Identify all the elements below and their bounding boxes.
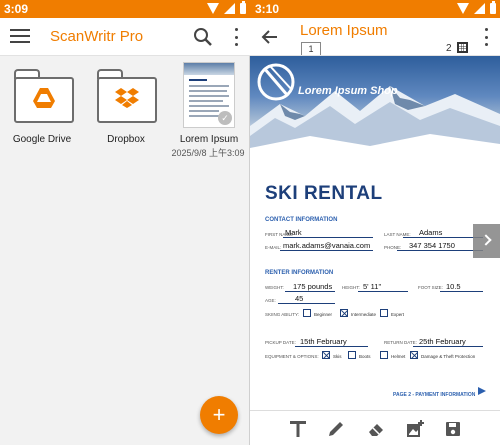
option-intermediate: Intermediate bbox=[351, 312, 377, 317]
age-label: AGE: bbox=[265, 298, 276, 303]
height-value: 5' 11" bbox=[363, 282, 382, 291]
height-label: HEIGHT: bbox=[342, 285, 360, 290]
tile-date-lorem-ipsum: 2025/9/8 上午3:09 bbox=[171, 148, 245, 158]
phone-value: 347 354 1750 bbox=[409, 241, 455, 250]
overflow-menu-icon[interactable] bbox=[483, 28, 489, 46]
contact-section-title: CONTACT INFORMATION bbox=[265, 217, 338, 223]
battery-icon bbox=[490, 1, 496, 14]
next-page-chevron-icon[interactable] bbox=[473, 224, 500, 258]
pencil-icon[interactable] bbox=[326, 419, 346, 439]
return-date-value: 25th February bbox=[419, 337, 466, 346]
add-image-icon[interactable] bbox=[405, 419, 425, 439]
status-time: 3:10 bbox=[255, 2, 280, 16]
checkbox-skis[interactable] bbox=[322, 351, 330, 359]
foot-size-label: FOOT SIZE: bbox=[418, 285, 443, 290]
next-page-arrow-icon bbox=[478, 387, 486, 395]
mountain-banner-image: Lorem Ipsum Shop bbox=[250, 56, 500, 170]
viewer-app-bar: Lorem Ipsum 1 2 bbox=[250, 18, 500, 56]
age-underline bbox=[278, 303, 335, 304]
cell-signal-icon bbox=[474, 3, 485, 14]
document-title: Lorem Ipsum bbox=[300, 22, 388, 39]
document-thumbnail[interactable]: ✓ bbox=[183, 62, 235, 128]
first-name-underline bbox=[283, 237, 373, 238]
weight-underline bbox=[285, 291, 335, 292]
back-arrow-icon[interactable] bbox=[261, 28, 279, 46]
search-icon[interactable] bbox=[193, 27, 213, 47]
battery-icon bbox=[240, 1, 246, 14]
pickup-date-underline bbox=[295, 346, 368, 347]
status-icons bbox=[457, 1, 496, 14]
app-root: 3:09 ScanWritr Pro Google Drive Dropbox … bbox=[0, 0, 500, 445]
checkbox-beginner[interactable] bbox=[303, 309, 311, 317]
option-beginner: Beginner bbox=[314, 312, 333, 317]
next-page-info: PAGE 2 - PAYMENT INFORMATION bbox=[393, 392, 476, 398]
email-value: mark.adams@vanaia.com bbox=[283, 241, 371, 250]
foot-size-value: 10.5 bbox=[446, 282, 461, 291]
cell-signal-icon bbox=[224, 3, 235, 14]
checkbox-damage-protection[interactable] bbox=[410, 351, 418, 359]
document-viewer-pane: 3:10 Lorem Ipsum 1 2 Lorem Ipsum Shop SK… bbox=[250, 0, 500, 445]
hamburger-menu-icon[interactable] bbox=[10, 29, 30, 45]
wifi-icon bbox=[457, 3, 469, 14]
tile-label-dropbox: Dropbox bbox=[107, 134, 145, 145]
foot-size-underline bbox=[440, 291, 483, 292]
document-page: Lorem Ipsum Shop SKI RENTAL CONTACT INFO… bbox=[250, 56, 500, 410]
age-value: 45 bbox=[295, 294, 304, 303]
height-underline bbox=[358, 291, 408, 292]
form-heading: SKI RENTAL bbox=[265, 183, 383, 204]
checkbox-expert[interactable] bbox=[380, 309, 388, 317]
equipment-label: EQUIPMENT & OPTIONS: bbox=[265, 354, 319, 359]
email-underline bbox=[280, 250, 373, 251]
email-label: E-MAIL: bbox=[265, 245, 282, 250]
checkbox-helmet[interactable] bbox=[380, 351, 388, 359]
skiing-ability-label: SKIING ABILITY: bbox=[265, 312, 300, 317]
overflow-menu-icon[interactable] bbox=[233, 28, 239, 46]
add-button[interactable]: + bbox=[200, 396, 238, 434]
status-time: 3:09 bbox=[4, 2, 29, 16]
check-icon: ✓ bbox=[218, 111, 232, 125]
status-bar-left: 3:09 bbox=[0, 0, 250, 18]
file-browser-pane: 3:09 ScanWritr Pro Google Drive Dropbox … bbox=[0, 0, 250, 445]
weight-value: 175 pounds bbox=[293, 282, 333, 291]
page-count: 2 bbox=[446, 43, 452, 54]
dropbox-folder[interactable] bbox=[97, 69, 157, 123]
tile-label-lorem-ipsum: Lorem Ipsum bbox=[179, 134, 239, 145]
edit-toolbar bbox=[250, 410, 500, 445]
option-damage-protection: Damage & Theft Protection bbox=[421, 354, 476, 359]
checkbox-intermediate[interactable] bbox=[340, 309, 348, 317]
first-name-value: Mark bbox=[285, 228, 302, 237]
pickup-date-value: 15th February bbox=[300, 337, 347, 346]
page-tab-1[interactable]: 1 bbox=[301, 42, 321, 55]
dropbox-icon bbox=[115, 88, 139, 108]
option-expert: Expert bbox=[391, 312, 405, 317]
weight-label: WEIGHT: bbox=[265, 285, 284, 290]
checkbox-boots[interactable] bbox=[348, 351, 356, 359]
return-date-label: RETURN DATE: bbox=[384, 340, 417, 345]
wifi-icon bbox=[207, 3, 219, 14]
return-date-underline bbox=[413, 346, 483, 347]
eraser-icon[interactable] bbox=[366, 419, 386, 439]
pickup-date-label: PICKUP DATE: bbox=[265, 340, 296, 345]
text-tool-icon[interactable] bbox=[288, 419, 308, 439]
option-boots: Boots bbox=[359, 354, 371, 359]
option-helmet: Helmet bbox=[391, 354, 406, 359]
status-icons bbox=[207, 1, 246, 14]
renter-section-title: RENTER INFORMATION bbox=[265, 270, 334, 276]
last-name-value: Adams bbox=[419, 228, 443, 237]
last-name-underline bbox=[403, 237, 483, 238]
status-bar-right: 3:10 bbox=[250, 0, 500, 18]
app-title: ScanWritr Pro bbox=[50, 28, 144, 45]
phone-underline bbox=[397, 250, 483, 251]
page-grid-icon[interactable] bbox=[457, 42, 468, 53]
tile-label-google-drive: Google Drive bbox=[12, 134, 72, 145]
shop-name: Lorem Ipsum Shop bbox=[298, 85, 398, 97]
app-bar: ScanWritr Pro bbox=[0, 18, 250, 56]
save-icon[interactable] bbox=[443, 419, 463, 439]
option-skis: Skis bbox=[333, 354, 342, 359]
google-drive-folder[interactable] bbox=[14, 69, 74, 123]
shop-logo-icon bbox=[257, 63, 295, 101]
google-drive-icon bbox=[33, 88, 55, 108]
